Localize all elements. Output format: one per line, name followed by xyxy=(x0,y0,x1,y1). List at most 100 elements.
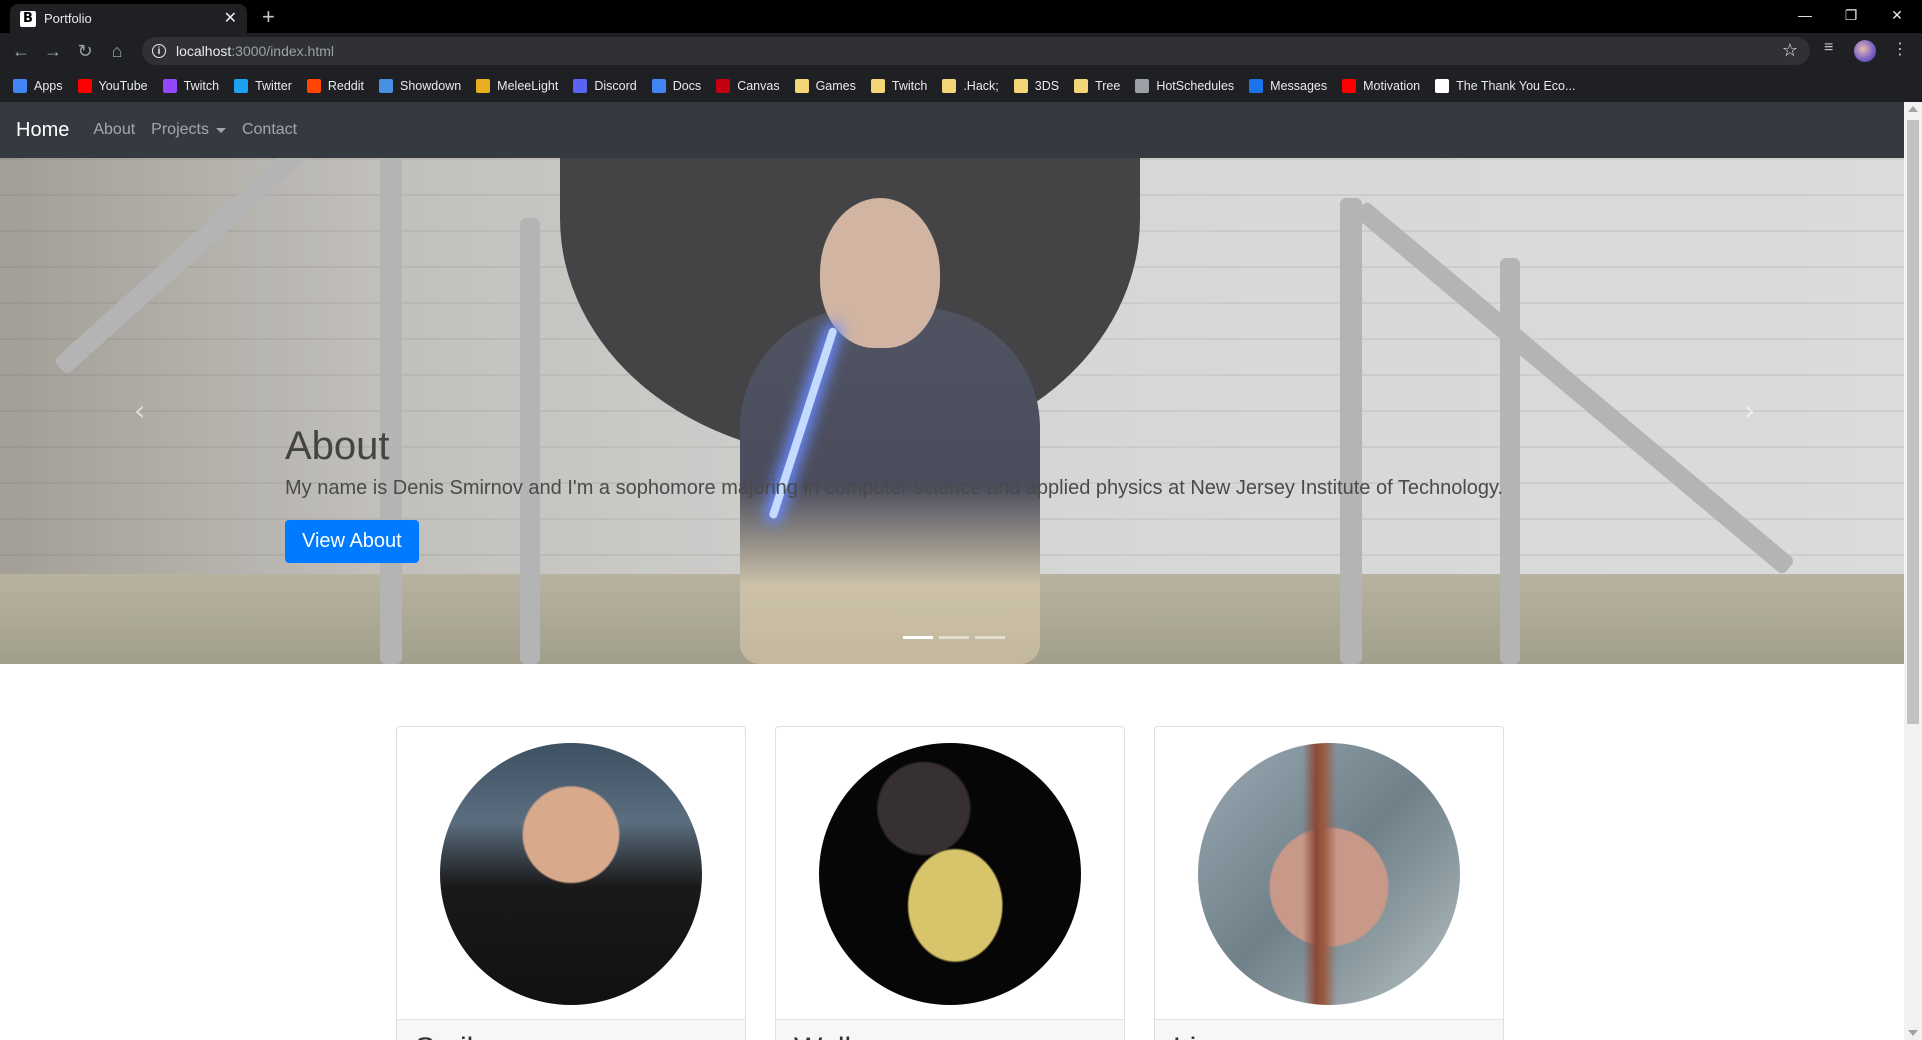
card-footer-title: Smil xyxy=(397,1019,745,1040)
home-icon[interactable]: ⌂ xyxy=(106,40,128,62)
messages-icon xyxy=(1249,78,1264,93)
carousel-next-icon[interactable]: › xyxy=(1744,394,1755,427)
new-tab-icon[interactable]: + xyxy=(262,6,275,28)
scroll-thumb[interactable] xyxy=(1907,120,1919,724)
nav-link-contact[interactable]: Contact xyxy=(242,121,297,139)
card-row: Smil Walk Lies xyxy=(396,726,1533,1040)
page-scrollbar[interactable] xyxy=(1904,102,1922,1040)
bookmark-label: Twitter xyxy=(255,78,292,93)
scroll-down-arrow-icon[interactable] xyxy=(1908,1030,1918,1036)
card-photo xyxy=(1198,743,1460,1005)
tab-close-icon[interactable]: ✕ xyxy=(224,10,237,27)
bookmark-item[interactable]: Twitch xyxy=(162,78,219,93)
bookmark-item[interactable]: Messages xyxy=(1249,78,1327,93)
photo-card[interactable]: Walk xyxy=(775,726,1125,1040)
bookmark-item[interactable]: Canvas xyxy=(716,78,780,93)
bookmark-item[interactable]: Twitch xyxy=(870,78,928,93)
carousel-indicator[interactable] xyxy=(939,636,969,639)
bookmark-item[interactable]: .Hack; xyxy=(942,78,999,93)
bookmark-label: Docs xyxy=(672,78,702,93)
nav-brand-home[interactable]: Home xyxy=(16,119,69,142)
url-path: :3000/index.html xyxy=(231,43,334,59)
bookmark-label: Games xyxy=(815,78,856,93)
bookmark-item[interactable]: MeleeLight xyxy=(476,78,559,93)
url-host: localhost xyxy=(176,43,232,59)
youtube-icon xyxy=(1342,78,1357,93)
bookmark-label: YouTube xyxy=(98,78,148,93)
bookmark-item[interactable]: HotSchedules xyxy=(1135,78,1234,93)
bookmark-label: The Thank You Eco... xyxy=(1456,78,1576,93)
carousel-indicator[interactable] xyxy=(903,636,933,639)
card-photo xyxy=(819,743,1081,1005)
nav-link-projects-label: Projects xyxy=(151,121,209,138)
folder-icon xyxy=(1013,78,1028,93)
card-footer-title: Lies xyxy=(1155,1019,1503,1040)
hero-carousel: ‹ › About My name is Denis Smirnov and I… xyxy=(0,158,1904,664)
bookmark-item[interactable]: Apps xyxy=(13,78,63,93)
folder-icon xyxy=(1074,78,1089,93)
bookmark-item[interactable]: Showdown xyxy=(379,78,462,93)
carousel-prev-icon[interactable]: ‹ xyxy=(134,394,145,427)
close-window-icon[interactable]: ✕ xyxy=(1874,0,1920,30)
bookmark-item[interactable]: Docs xyxy=(651,78,702,93)
twitch-icon xyxy=(162,78,177,93)
media-control-icon[interactable]: ≡ xyxy=(1824,39,1833,57)
bookmark-label: Twitch xyxy=(891,78,928,93)
folder-icon xyxy=(794,78,809,93)
docs-icon xyxy=(651,78,666,93)
bookmark-item[interactable]: Twitter xyxy=(234,78,292,93)
scroll-up-arrow-icon[interactable] xyxy=(1908,106,1918,112)
bookmark-label: .Hack; xyxy=(963,78,999,93)
bookmark-item[interactable]: Reddit xyxy=(306,78,365,93)
folder-icon xyxy=(870,78,885,93)
hero-title: About xyxy=(285,424,390,468)
carousel-indicator[interactable] xyxy=(975,636,1005,639)
browser-toolbar: ← → ↻ ⌂ i localhost:3000/index.html ☆ ≡ … xyxy=(0,33,1922,69)
menu-kebab-icon[interactable]: ⋮ xyxy=(1892,39,1908,59)
reload-icon[interactable]: ↻ xyxy=(74,40,96,62)
profile-avatar[interactable] xyxy=(1854,40,1876,62)
site-info-icon[interactable]: i xyxy=(152,44,166,58)
hero-overlay xyxy=(0,158,1904,664)
bookmark-item[interactable]: The Thank You Eco... xyxy=(1435,78,1576,93)
bookmark-star-icon[interactable]: ☆ xyxy=(1782,40,1798,61)
bookmark-item[interactable]: Games xyxy=(794,78,856,93)
bookmarks-bar: Apps YouTube Twitch Twitter Reddit Showdown Me… xyxy=(0,69,1922,102)
nav-link-projects[interactable]: Projects xyxy=(151,121,226,139)
view-about-button[interactable]: View About xyxy=(285,520,419,563)
bookmark-label: Showdown xyxy=(400,78,462,93)
back-icon[interactable]: ← xyxy=(10,40,32,62)
bookmark-label: Motivation xyxy=(1363,78,1421,93)
minimize-icon[interactable]: — xyxy=(1782,0,1828,30)
forward-icon[interactable]: → xyxy=(42,40,64,62)
site-navbar: Home About Projects Contact xyxy=(0,102,1904,158)
twitter-icon xyxy=(234,78,249,93)
photo-card[interactable]: Lies xyxy=(1154,726,1504,1040)
bookmark-label: Canvas xyxy=(737,78,780,93)
bookmark-label: 3DS xyxy=(1034,78,1060,93)
bookmark-item[interactable]: 3DS xyxy=(1013,78,1060,93)
card-photo xyxy=(440,743,702,1005)
bookmark-item[interactable]: Motivation xyxy=(1342,78,1421,93)
bookmark-label: Reddit xyxy=(327,78,365,93)
bookmark-item[interactable]: Discord xyxy=(573,78,637,93)
restore-icon[interactable]: ❐ xyxy=(1828,0,1874,30)
browser-tab[interactable]: B Portfolio ✕ xyxy=(10,4,247,33)
bookmark-item[interactable]: Tree xyxy=(1074,78,1120,93)
apps-grid-icon xyxy=(13,78,27,93)
bookmark-label: Discord xyxy=(594,78,637,93)
page-viewport: Home About Projects Contact ‹ › About My… xyxy=(0,102,1904,1040)
hero-text: My name is Denis Smirnov and I'm a sopho… xyxy=(285,477,1504,499)
folder-icon xyxy=(942,78,957,93)
canvas-icon xyxy=(716,78,731,93)
nav-link-about[interactable]: About xyxy=(93,121,135,139)
bookmark-label: MeleeLight xyxy=(497,78,559,93)
browser-tab-bar: B Portfolio ✕ + — ❐ ✕ xyxy=(0,0,1922,33)
youtube-icon xyxy=(77,78,92,93)
reddit-icon xyxy=(306,78,321,93)
hotschedules-icon xyxy=(1135,78,1150,93)
card-footer-title: Walk xyxy=(776,1019,1124,1040)
bookmark-item[interactable]: YouTube xyxy=(77,78,148,93)
photo-card[interactable]: Smil xyxy=(396,726,746,1040)
address-bar[interactable]: i localhost:3000/index.html ☆ xyxy=(142,37,1810,65)
